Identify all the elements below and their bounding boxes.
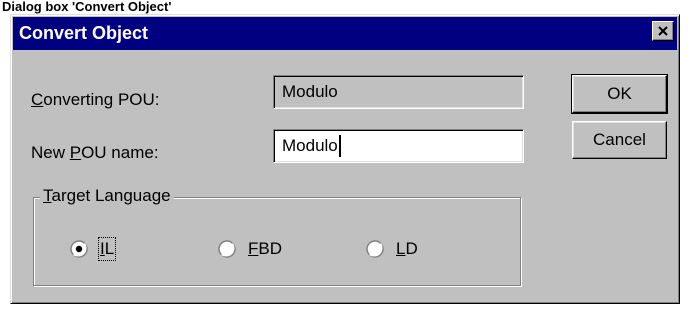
target-language-legend: Target Language <box>40 186 174 206</box>
radio-il-label: IL <box>97 237 117 261</box>
title-bar: Convert Object <box>13 17 677 50</box>
dialog-title: Convert Object <box>19 23 149 43</box>
radio-ld[interactable]: LD <box>366 238 456 262</box>
close-button[interactable] <box>652 21 674 41</box>
new-pou-name-input[interactable]: Modulo <box>273 129 524 163</box>
close-icon <box>658 26 668 36</box>
converting-pou-field: Modulo <box>273 75 524 109</box>
convert-object-dialog: Convert Object Converting POU: Modulo Ne… <box>10 14 680 304</box>
radio-fbd[interactable]: FBD <box>218 238 308 262</box>
radio-ld-label: LD <box>396 239 418 258</box>
converting-pou-label: Converting POU: <box>31 90 160 109</box>
radio-fbd-label: FBD <box>248 239 283 258</box>
ok-button[interactable]: OK <box>571 74 668 114</box>
new-pou-name-value: Modulo <box>282 136 338 155</box>
radio-unselected-icon <box>366 240 384 258</box>
new-pou-name-label: New POU name: <box>31 143 159 162</box>
caption-heading: Dialog box 'Convert Object' <box>2 0 172 14</box>
radio-selected-icon <box>70 240 88 258</box>
radio-unselected-icon <box>218 240 236 258</box>
target-language-group: Target Language IL FBD LD <box>33 186 521 286</box>
cancel-button[interactable]: Cancel <box>572 121 667 159</box>
radio-il[interactable]: IL <box>70 237 160 262</box>
text-caret <box>338 134 341 157</box>
converting-pou-value: Modulo <box>282 82 338 101</box>
